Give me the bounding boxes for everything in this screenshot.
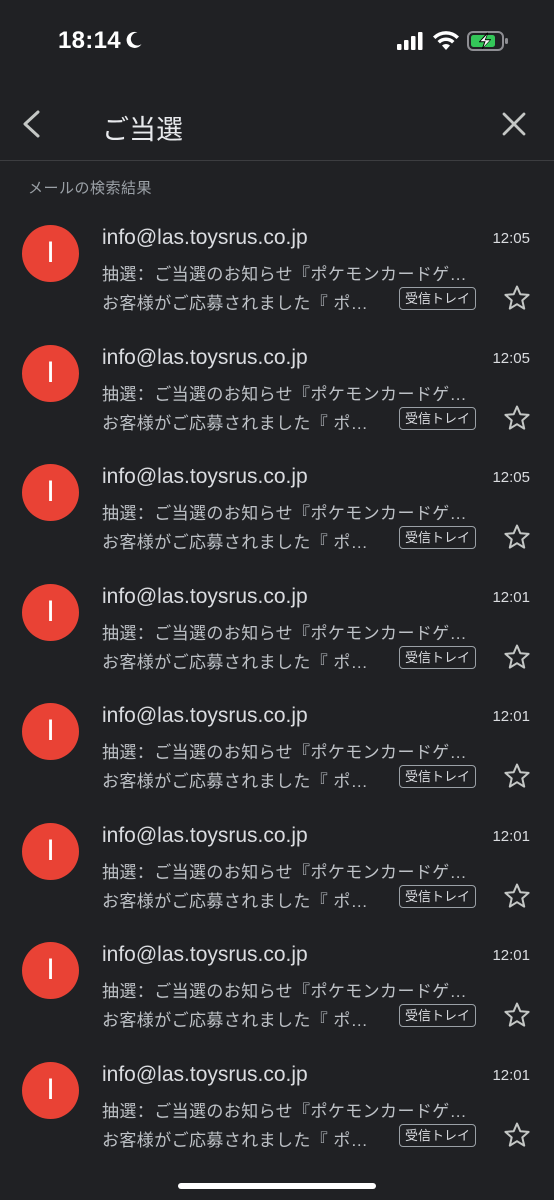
star-icon[interactable] — [503, 762, 531, 790]
inbox-label-chip: 受信トレイ — [399, 765, 477, 788]
avatar-letter: I — [46, 714, 55, 747]
sender: info@las.toysrus.co.jp — [102, 226, 308, 249]
snippet: お客様がご応募されました『 ポ… — [102, 1011, 369, 1030]
search-results-label: メールの検索結果 — [28, 180, 153, 197]
avatar-letter: I — [46, 355, 55, 389]
sender: info@las.toysrus.co.jp — [102, 465, 308, 488]
snippet: お客様がご応募されました『 ポ… — [102, 533, 369, 552]
avatar: I — [22, 344, 79, 402]
star-icon[interactable] — [503, 523, 531, 551]
email-list: I info@las.toysrus.co.jp 12:05 抽選：ご当選のお知… — [0, 212, 554, 1168]
avatar-letter: I — [46, 1072, 55, 1106]
subject: 抽選：ご当選のお知らせ『ポケモンカードゲ… — [102, 384, 468, 404]
inbox-label-chip: 受信トレイ — [399, 287, 477, 310]
star-icon[interactable] — [503, 284, 531, 312]
inbox-label-chip: 受信トレイ — [399, 645, 477, 669]
star-icon[interactable] — [503, 1001, 531, 1029]
inbox-label-chip: 受信トレイ — [399, 526, 477, 549]
avatar-letter: I — [46, 236, 55, 269]
subject: 抽選：ご当選のお知らせ『ポケモンカードゲ… — [102, 982, 468, 1001]
sender: info@las.toysrus.co.jp — [102, 823, 308, 847]
star-icon[interactable] — [503, 643, 531, 671]
signal-icon — [397, 32, 423, 50]
sender: info@las.toysrus.co.jp — [102, 584, 308, 608]
subject: 抽選：ご当選のお知らせ『ポケモンカードゲ… — [102, 265, 468, 284]
status-time: 18:14 — [58, 27, 121, 54]
sender: info@las.toysrus.co.jp — [102, 1062, 308, 1086]
email-time: 12:05 — [492, 349, 530, 367]
email-item[interactable]: I info@las.toysrus.co.jp 12:01 抽選：ご当選のお知… — [0, 1049, 554, 1169]
star-icon[interactable] — [503, 404, 531, 432]
subject: 抽選：ご当選のお知らせ『ポケモンカードゲ… — [102, 862, 468, 882]
email-time: 12:01 — [492, 1066, 530, 1084]
avatar-letter: I — [46, 594, 55, 628]
email-time: 12:01 — [492, 947, 530, 964]
back-icon[interactable] — [18, 108, 46, 140]
inbox-label-chip: 受信トレイ — [399, 406, 477, 430]
avatar: I — [22, 822, 79, 880]
email-item[interactable]: I info@las.toysrus.co.jp 12:05 抽選：ご当選のお知… — [0, 451, 554, 571]
sender: info@las.toysrus.co.jp — [102, 704, 308, 727]
avatar: I — [22, 703, 79, 760]
email-item[interactable]: I info@las.toysrus.co.jp 12:05 抽選：ご当選のお知… — [0, 332, 554, 452]
star-icon[interactable] — [503, 1121, 531, 1149]
wifi-icon — [433, 31, 459, 50]
email-item[interactable]: I info@las.toysrus.co.jp 12:01 抽選：ご当選のお知… — [0, 571, 554, 691]
snippet: お客様がご応募されました『 ポ… — [102, 1130, 369, 1150]
avatar: I — [22, 942, 79, 999]
email-time: 12:01 — [492, 708, 530, 725]
inbox-label-chip: 受信トレイ — [399, 1123, 477, 1147]
subject: 抽選：ご当選のお知らせ『ポケモンカードゲ… — [102, 504, 468, 523]
home-indicator[interactable] — [178, 1183, 376, 1189]
email-time: 12:01 — [492, 588, 530, 606]
moon-icon — [126, 31, 142, 48]
email-item[interactable]: I info@las.toysrus.co.jp 12:01 抽選：ご当選のお知… — [0, 929, 554, 1049]
snippet: お客様がご応募されました『 ポ… — [102, 772, 369, 791]
close-icon[interactable] — [500, 110, 528, 138]
avatar: I — [22, 1061, 79, 1119]
subject: 抽選：ご当選のお知らせ『ポケモンカードゲ… — [102, 1101, 468, 1121]
email-time: 12:05 — [492, 469, 530, 486]
snippet: お客様がご応募されました『 ポ… — [102, 652, 369, 672]
sender: info@las.toysrus.co.jp — [102, 943, 308, 966]
gmail-search-screen: 18:14 ご当選 メールの検索結果 I info@las.toysrus.co… — [0, 0, 554, 1200]
inbox-label-chip: 受信トレイ — [399, 1004, 477, 1027]
avatar: I — [22, 225, 79, 282]
snippet: お客様がご応募されました『 ポ… — [102, 413, 369, 433]
avatar-letter: I — [46, 475, 55, 508]
snippet: お客様がご応募されました『 ポ… — [102, 891, 369, 911]
avatar: I — [22, 583, 79, 641]
subject: 抽選：ご当選のお知らせ『ポケモンカードゲ… — [102, 623, 468, 643]
search-header: ご当選 — [0, 88, 554, 161]
battery-charging-icon — [467, 31, 508, 51]
star-icon[interactable] — [503, 882, 531, 910]
status-bar: 18:14 — [0, 0, 554, 80]
email-item[interactable]: I info@las.toysrus.co.jp 12:01 抽選：ご当選のお知… — [0, 690, 554, 810]
subject: 抽選：ご当選のお知らせ『ポケモンカードゲ… — [102, 743, 468, 762]
email-time: 12:01 — [492, 827, 530, 845]
snippet: お客様がご応募されました『 ポ… — [102, 294, 369, 313]
avatar-letter: I — [46, 953, 55, 986]
avatar: I — [22, 464, 79, 521]
sender: info@las.toysrus.co.jp — [102, 345, 308, 369]
avatar-letter: I — [46, 833, 55, 867]
email-item[interactable]: I info@las.toysrus.co.jp 12:01 抽選：ご当選のお知… — [0, 810, 554, 930]
email-time: 12:05 — [492, 230, 530, 247]
email-item[interactable]: I info@las.toysrus.co.jp 12:05 抽選：ご当選のお知… — [0, 212, 554, 332]
search-query[interactable]: ご当選 — [102, 108, 183, 147]
inbox-label-chip: 受信トレイ — [399, 884, 477, 908]
